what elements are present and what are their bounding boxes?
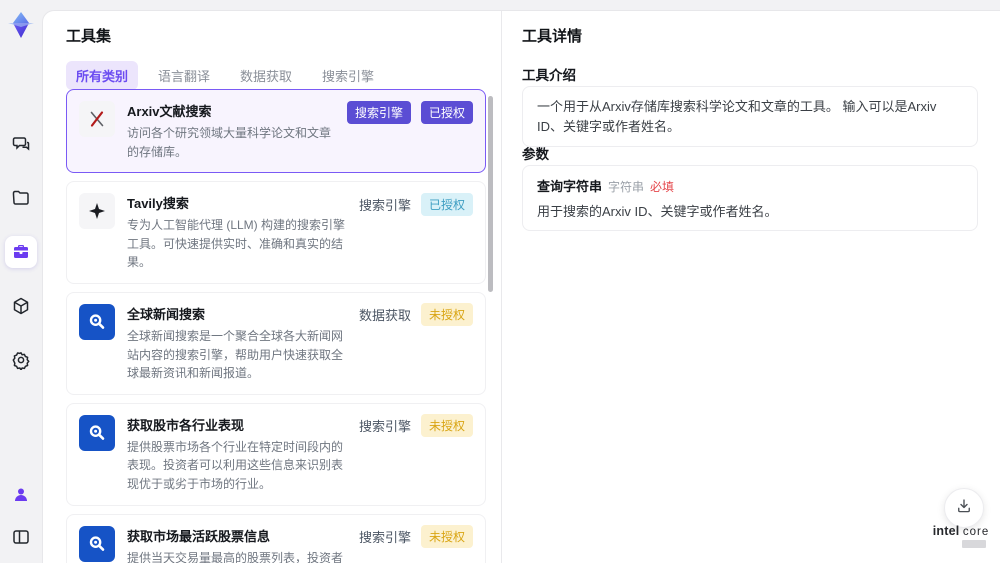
intro-heading: 工具介绍	[522, 68, 576, 83]
param-card: 查询字符串 字符串 必填 用于搜索的Arxiv ID、关键字或作者姓名。	[522, 165, 978, 231]
tool-description: 提供股票市场各个行业在特定时间段内的表现。投资者可以利用这些信息来识别表现优于或…	[127, 439, 344, 491]
intel-sub-badge	[962, 540, 986, 548]
news-search-icon	[79, 414, 115, 451]
tool-description: 全球新闻搜索是一个聚合全球各大新闻网站内容的搜索引擎，帮助用户快速获取全球最新资…	[127, 328, 344, 381]
tool-category-badge: 搜索引擎	[358, 419, 411, 435]
tool-status-badge: 未授权	[420, 414, 473, 438]
tool-status-badge: 未授权	[420, 525, 473, 549]
tool-description: 提供当天交易量最高的股票列表，投资者可以利用这些信息来识别流动性强的股票和潜在的…	[127, 550, 344, 563]
category-tab[interactable]: 语言翻译	[148, 61, 220, 90]
param-description: 用于搜索的Arxiv ID、关键字或作者姓名。	[537, 204, 778, 219]
tool-category-badge: 搜索引擎	[346, 100, 411, 124]
tool-name: Tavily搜索	[127, 196, 189, 212]
category-tabs: 所有类别 语言翻译 数据获取 搜索引擎	[66, 61, 384, 90]
tool-category-badge: 搜索引擎	[358, 197, 411, 213]
briefcase-icon	[11, 242, 31, 262]
category-tab[interactable]: 搜索引擎	[312, 61, 384, 90]
download-button[interactable]	[944, 488, 984, 528]
scrollbar-thumb[interactable]	[488, 96, 493, 292]
news-search-icon	[79, 525, 115, 562]
intro-card: 一个用于从Arxiv存储库搜索科学论文和文章的工具。 输入可以是Arxiv ID…	[522, 86, 978, 147]
tool-category-badge: 数据获取	[358, 308, 411, 324]
intel-logo-text: intel	[932, 524, 960, 538]
gear-icon	[11, 350, 31, 370]
tool-name: 获取市场最活跃股票信息	[127, 528, 271, 544]
download-icon	[955, 497, 973, 520]
tool-list-item[interactable]: 获取股市各行业表现 提供股票市场各个行业在特定时间段内的表现。投资者可以利用这些…	[66, 402, 486, 506]
page-title: 工具集	[66, 28, 112, 45]
param-name: 查询字符串	[537, 179, 603, 194]
intel-core-logo: intel core	[928, 524, 994, 548]
folder-icon	[11, 188, 31, 208]
chat-icon	[11, 134, 31, 154]
core-logo-text: core	[962, 526, 990, 538]
sidebar-item-account[interactable]	[5, 479, 37, 511]
list-scrollbar[interactable]	[488, 89, 493, 557]
sidebar-item-files[interactable]	[5, 182, 37, 214]
tool-list-item[interactable]: 全球新闻搜索 全球新闻搜索是一个聚合全球各大新闻网站内容的搜索引擎，帮助用户快速…	[66, 291, 486, 395]
arxiv-icon	[79, 101, 115, 137]
sidebar-item-tools[interactable]	[5, 236, 37, 268]
tool-status-badge: 已授权	[420, 100, 473, 124]
tool-list-item[interactable]: Tavily搜索 专为人工智能代理 (LLM) 构建的搜索引擎工具。可快速提供实…	[66, 181, 486, 284]
tool-name: 全球新闻搜索	[127, 306, 206, 322]
tool-status-badge: 已授权	[420, 192, 473, 216]
tool-list: Arxiv文献搜索 访问各个研究领域大量科学论文和文章的存储库。 搜索引擎 已授…	[66, 89, 486, 563]
tool-list-item[interactable]: 获取市场最活跃股票信息 提供当天交易量最高的股票列表，投资者可以利用这些信息来识…	[66, 513, 486, 563]
app-logo	[6, 10, 36, 40]
param-type: 字符串	[608, 180, 645, 194]
news-search-icon	[79, 303, 115, 340]
sidebar-item-settings[interactable]	[5, 344, 37, 376]
sparkle-icon	[79, 193, 115, 230]
category-tab[interactable]: 数据获取	[230, 61, 302, 90]
sidebar-item-models[interactable]	[5, 290, 37, 322]
tool-description: 专为人工智能代理 (LLM) 构建的搜索引擎工具。可快速提供实时、准确和真实的结…	[127, 218, 346, 270]
tool-name: 获取股市各行业表现	[127, 417, 245, 433]
intro-text: 一个用于从Arxiv存储库搜索科学论文和文章的工具。 输入可以是Arxiv ID…	[537, 99, 937, 134]
collapse-panel-button[interactable]	[5, 521, 37, 553]
category-tab[interactable]: 所有类别	[66, 61, 139, 90]
detail-title: 工具详情	[522, 28, 583, 45]
panel-toggle-icon	[11, 527, 31, 547]
tool-description: 访问各个研究领域大量科学论文和文章的存储库。	[127, 126, 332, 159]
tool-list-item[interactable]: Arxiv文献搜索 访问各个研究领域大量科学论文和文章的存储库。 搜索引擎 已授…	[66, 89, 486, 174]
user-icon	[11, 485, 31, 505]
tool-category-badge: 搜索引擎	[358, 530, 411, 546]
app-sidebar	[0, 0, 42, 563]
tool-name: Arxiv文献搜索	[127, 104, 212, 119]
tool-detail-pane: 工具详情 工具介绍 一个用于从Arxiv存储库搜索科学论文和文章的工具。 输入可…	[501, 11, 1000, 563]
param-required-badge: 必填	[650, 180, 675, 194]
sidebar-item-chat[interactable]	[5, 128, 37, 160]
cube-icon	[11, 296, 31, 316]
tool-status-badge: 未授权	[420, 303, 473, 327]
tools-list-pane: 工具集 所有类别 语言翻译 数据获取 搜索引擎 Arxiv文献搜索 访问各个研究领域大…	[43, 11, 501, 563]
params-heading: 参数	[522, 147, 549, 162]
main-panel: 工具集 所有类别 语言翻译 数据获取 搜索引擎 Arxiv文献搜索 访问各个研究领域大…	[42, 10, 1000, 563]
